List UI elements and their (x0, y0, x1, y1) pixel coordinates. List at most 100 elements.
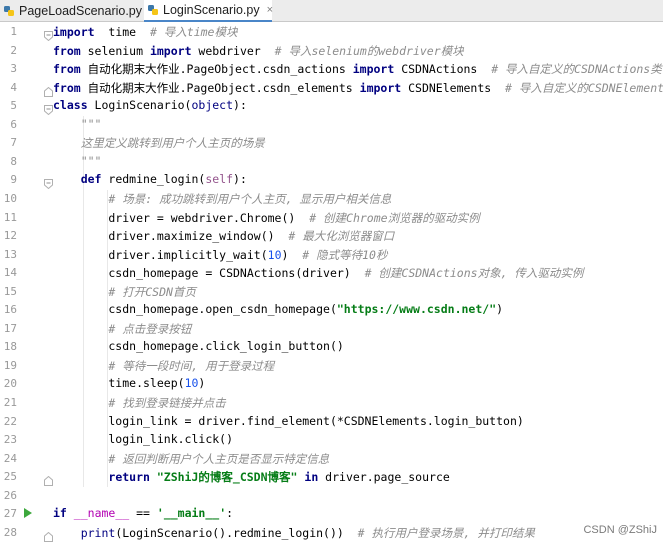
fold-open-icon[interactable] (44, 26, 53, 42)
line-number: 26 (3, 488, 17, 502)
code-token: ) (496, 302, 504, 317)
code-line[interactable]: 6 """ (0, 115, 663, 134)
fold-end-icon[interactable] (44, 82, 53, 97)
code-line[interactable]: 16 csdn_homepage.open_csdn_homepage("htt… (0, 300, 663, 319)
line-number: 22 (3, 414, 17, 428)
code-token: # 导入time模块 (149, 25, 238, 39)
code-text: from 自动化期末大作业.PageObject.csdn_actions im… (53, 61, 662, 77)
line-number: 27 (3, 507, 17, 521)
code-line[interactable]: 3 from 自动化期末大作业.PageObject.csdn_actions i… (0, 59, 663, 78)
code-token: self (205, 172, 234, 187)
line-number: 12 (3, 229, 17, 243)
code-token: "ZShiJ的博客_CSDN博客" (149, 470, 298, 485)
line-number: 17 (3, 321, 17, 335)
code-token: time (94, 25, 150, 39)
code-token: # 导入自定义的CSDNActions类 (491, 62, 662, 77)
line-number: 23 (3, 433, 17, 447)
code-token: csdn_homepage.click_login_button() (53, 339, 344, 354)
code-text: from selenium import webdriver # 导入selen… (53, 43, 464, 59)
code-token: if (53, 506, 67, 521)
code-token: # 导入自定义的CSDNElements类 (505, 80, 663, 95)
code-token: # 打开CSDN首页 (108, 284, 196, 299)
code-token: """ (53, 153, 102, 168)
code-token: 10 (267, 247, 282, 262)
code-line[interactable]: 15 # 打开CSDN首页 (0, 282, 663, 301)
line-number: 3 (10, 62, 17, 76)
run-icon[interactable] (24, 508, 32, 519)
code-line[interactable]: 8 """ (0, 152, 663, 171)
code-line[interactable]: 12 driver.maximize_window() # 最大化浏览器窗口 (0, 226, 663, 245)
tab-label: PageLoadScenario.py (19, 4, 143, 18)
line-number: 5 (10, 99, 17, 113)
code-text: # 场景: 成功跳转到用户个人主页, 显示用户相关信息 (53, 191, 391, 207)
code-token: : (226, 506, 234, 521)
code-line[interactable]: 10 # 场景: 成功跳转到用户个人主页, 显示用户相关信息 (0, 189, 663, 208)
code-token: CSDNActions (394, 62, 492, 77)
close-icon[interactable]: × (267, 4, 273, 16)
code-line[interactable]: 19 # 等待一段时间, 用于登录过程 (0, 356, 663, 375)
code-token: # 等待一段时间, 用于登录过程 (108, 358, 275, 373)
line-number: 10 (3, 191, 17, 205)
code-line[interactable]: 26 (0, 486, 663, 505)
code-token: # 场景: 成功跳转到用户个人主页, 显示用户相关信息 (108, 191, 392, 206)
line-number: 11 (3, 210, 17, 224)
code-token: driver = webdriver.Chrome() (53, 210, 310, 225)
code-token: import (359, 80, 402, 95)
code-line[interactable]: 11 driver = webdriver.Chrome() # 创建Chrom… (0, 208, 663, 227)
code-line[interactable]: 9 def redmine_login(self): (0, 170, 663, 190)
code-token: from (53, 80, 81, 95)
code-text: # 打开CSDN首页 (53, 284, 196, 300)
code-line[interactable]: 1 import time # 导入time模块 (0, 22, 663, 42)
code-editor[interactable]: 1 import time # 导入time模块 2 from selenium im… (0, 22, 663, 543)
code-token: driver.maximize_window() (53, 229, 289, 244)
code-token: def (80, 172, 102, 187)
code-line[interactable]: 24 # 返回判断用户个人主页是否显示特定信息 (0, 449, 663, 468)
code-line[interactable]: 13 driver.implicitly_wait(10) # 隐式等待10秒 (0, 245, 663, 264)
line-number: 18 (3, 340, 17, 354)
line-number: 1 (10, 25, 17, 38)
code-line[interactable]: 7 这里定义跳转到用户个人主页的场景 (0, 133, 663, 152)
code-token: driver.page_source (318, 470, 450, 485)
code-line[interactable]: 17 # 点击登录按钮 (0, 319, 663, 338)
code-line[interactable]: 2 from selenium import webdriver # 导入sele… (0, 41, 663, 60)
code-text: 这里定义跳转到用户个人主页的场景 (53, 135, 265, 151)
fold-end-icon[interactable] (44, 527, 53, 542)
tab-pageloadscenario[interactable]: PageLoadScenario.py × (0, 0, 155, 22)
line-number: 16 (3, 303, 17, 317)
code-line[interactable]: 18 csdn_homepage.click_login_button() (0, 337, 663, 356)
code-token: class (53, 98, 88, 113)
code-line[interactable]: 22 login_link = driver.find_element(*CSD… (0, 412, 663, 431)
fold-open-icon[interactable] (44, 100, 53, 116)
code-token: time.sleep( (53, 376, 185, 391)
code-line[interactable]: 14 csdn_homepage = CSDNActions(driver) #… (0, 263, 663, 282)
code-line[interactable]: 5 class LoginScenario(object): (0, 96, 663, 116)
fold-open-icon[interactable] (44, 174, 53, 190)
code-token: (LoginScenario().redmine_login()) (115, 525, 358, 540)
code-token: # 点击登录按钮 (108, 321, 192, 336)
fold-end-icon[interactable] (44, 471, 53, 487)
code-text: csdn_homepage.open_csdn_homepage("https:… (53, 302, 503, 316)
code-line[interactable]: 21 # 找到登录链接并点击 (0, 393, 663, 412)
line-number: 15 (3, 284, 17, 298)
code-line[interactable]: 25 return "ZShiJ的博客_CSDN博客" in driver.pa… (0, 467, 663, 487)
editor-tab-bar: PageLoadScenario.py × LoginScenario.py × (0, 0, 663, 22)
code-token: print (80, 525, 116, 540)
line-number: 14 (3, 266, 17, 280)
line-number: 13 (3, 247, 17, 261)
code-text: csdn_homepage = CSDNActions(driver) # 创建… (53, 265, 583, 281)
code-token: """ (53, 116, 102, 131)
code-line[interactable]: 20 time.sleep(10) (0, 374, 663, 393)
code-token: driver.implicitly_wait( (53, 247, 268, 262)
code-line[interactable]: 27 if __name__ == '__main__': (0, 504, 663, 523)
code-token: # 创建CSDNActions对象, 传入驱动实例 (364, 266, 584, 281)
code-token: # 最大化浏览器窗口 (288, 229, 395, 244)
line-number: 9 (10, 173, 17, 187)
code-token: import (352, 62, 395, 77)
line-number: 20 (3, 377, 17, 391)
code-line[interactable]: 23 login_link.click() (0, 430, 663, 449)
code-line[interactable]: 28 print(LoginScenario().redmine_login()… (0, 523, 663, 542)
code-token: __name__ (73, 506, 130, 521)
code-line[interactable]: 4 from 自动化期末大作业.PageObject.csdn_elements … (0, 78, 663, 97)
tab-loginscenario[interactable]: LoginScenario.py × (144, 0, 273, 22)
